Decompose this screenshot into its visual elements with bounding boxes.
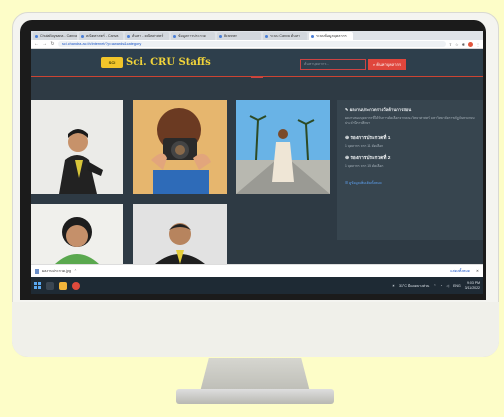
site-header: SCI Sci. CRU Staffs ค้นหาบุคลากร... ⌕ ค้… bbox=[31, 49, 483, 77]
staff-photo[interactable] bbox=[236, 100, 330, 194]
file-icon bbox=[35, 268, 39, 274]
show-all-button[interactable]: แสดงทั้งหมด bbox=[450, 268, 470, 274]
extensions-icon[interactable]: ✱ bbox=[462, 42, 465, 47]
browser-tab[interactable]: ระบบ Canva ค้นหา bbox=[263, 32, 307, 40]
browser-tab[interactable]: ค้นหา - คณิตศาสตร์ bbox=[125, 32, 169, 40]
woman-portrait-image bbox=[31, 204, 123, 264]
search-button[interactable]: ⌕ ค้นหาบุคลากร bbox=[368, 59, 406, 70]
browser-tab-active[interactable]: ระบบข้อมูลบุคลากร bbox=[309, 32, 353, 40]
award-1-link[interactable]: ⊕ รองการประกวดที่ 1 bbox=[345, 134, 475, 142]
file-explorer-icon[interactable] bbox=[59, 281, 67, 290]
windows-start-icon[interactable] bbox=[34, 282, 41, 289]
browser-tab[interactable]: ข้อมูลการประกวด bbox=[171, 32, 215, 40]
reload-icon[interactable]: ↻ bbox=[50, 41, 55, 47]
award-2-link[interactable]: ⊕ รองการประกวดที่ 2 bbox=[345, 154, 475, 162]
share-icon[interactable]: ⇪ bbox=[449, 42, 452, 47]
menu-icon[interactable]: ⋮ bbox=[476, 42, 480, 47]
favicon-icon bbox=[81, 34, 84, 38]
monitor-base bbox=[176, 389, 334, 404]
favicon-icon bbox=[173, 34, 176, 38]
favicon-icon bbox=[311, 34, 314, 38]
staff-photo[interactable] bbox=[31, 100, 123, 194]
clock[interactable]: 9:03 PM 3/11/2022 bbox=[465, 281, 480, 290]
volume-icon[interactable]: ◁ bbox=[446, 284, 449, 288]
favicon-icon bbox=[219, 34, 222, 38]
close-icon[interactable]: ✕ bbox=[476, 269, 479, 273]
monitor-chin bbox=[12, 302, 499, 357]
browser-tab[interactable]: Branner bbox=[217, 32, 261, 40]
bookmark-star-icon[interactable]: ☆ bbox=[455, 42, 459, 47]
woman-street-image bbox=[236, 100, 330, 194]
search-taskbar-icon[interactable] bbox=[46, 281, 54, 290]
award-2-subtext: 1 บุคลากร จาก 15 คัดเลือก bbox=[345, 164, 384, 168]
favicon-icon bbox=[127, 34, 130, 38]
download-item[interactable]: ผลงานประกวด.jpg ⌃ bbox=[35, 268, 77, 274]
logo-badge: SCI bbox=[101, 57, 123, 68]
staff-photo[interactable] bbox=[31, 204, 123, 264]
man-in-suit-image bbox=[31, 100, 123, 194]
favicon-icon bbox=[265, 34, 268, 38]
download-bar: ผลงานประกวด.jpg ⌃ แสดงทั้งหมด ✕ bbox=[31, 264, 483, 277]
language-indicator[interactable]: ENG bbox=[453, 284, 461, 288]
chevron-up-icon[interactable]: ⌃ bbox=[74, 269, 77, 273]
panel-description: ผลงานของบุคลากรที่ได้รับการคัดเลือกจากคณ… bbox=[345, 116, 475, 125]
weather-text: 31°C มีแดดบางส่วน bbox=[399, 283, 430, 288]
photographer-image bbox=[133, 100, 227, 194]
more-link[interactable]: ☰ ดูข้อมูลเพิ่มเติมทั้งหมด bbox=[345, 181, 475, 186]
system-tray: ☀ 31°C มีแดดบางส่วน ⌃ ◔ ◁ ENG 9:03 PM 3/… bbox=[392, 281, 480, 290]
staff-photo[interactable] bbox=[133, 100, 227, 194]
browser-tab[interactable]: ChulaBoysana - Canva bbox=[33, 32, 77, 40]
divider bbox=[251, 77, 263, 78]
favicon-icon bbox=[35, 34, 38, 38]
url-input[interactable]: sci.chandra.ac.th/internet/?p=awards&cat… bbox=[58, 41, 446, 47]
award-1-subtext: 1 บุคลากร จาก 11 คัดเลือก bbox=[345, 144, 384, 148]
forward-icon[interactable]: → bbox=[42, 41, 47, 47]
awards-panel: ✎ ผลงานประกวดรางวัลด้านการสอน ผลงานของบุ… bbox=[337, 100, 483, 240]
search-input[interactable]: ค้นหาบุคลากร... bbox=[300, 59, 366, 70]
monitor-stand bbox=[200, 358, 310, 392]
weather-icon: ☀ bbox=[391, 283, 396, 288]
logo-text: Sci. CRU Staffs bbox=[126, 57, 211, 68]
panel-title: ✎ ผลงานประกวดรางวัลด้านการสอน bbox=[345, 107, 412, 112]
screen: ChulaBoysana - Canva คณิตศาสตร์ - Canva … bbox=[31, 31, 483, 294]
taskbar: ☀ 31°C มีแดดบางส่วน ⌃ ◔ ◁ ENG 9:03 PM 3/… bbox=[31, 277, 483, 294]
avatar[interactable] bbox=[468, 41, 473, 47]
chrome-icon[interactable] bbox=[72, 281, 80, 290]
site-logo[interactable]: SCI Sci. CRU Staffs bbox=[101, 57, 211, 68]
browser-tab[interactable]: คณิตศาสตร์ - Canva bbox=[79, 32, 123, 40]
back-icon[interactable]: ← bbox=[34, 41, 39, 47]
browser-tabbar: ChulaBoysana - Canva คณิตศาสตร์ - Canva … bbox=[31, 31, 483, 40]
man-portrait-image bbox=[133, 204, 227, 264]
chevron-up-icon[interactable]: ⌃ bbox=[433, 284, 436, 288]
staff-photo[interactable] bbox=[133, 204, 227, 264]
address-bar: ← → ↻ sci.chandra.ac.th/internet/?p=awar… bbox=[31, 40, 483, 49]
wifi-icon[interactable]: ◔ bbox=[440, 284, 442, 288]
